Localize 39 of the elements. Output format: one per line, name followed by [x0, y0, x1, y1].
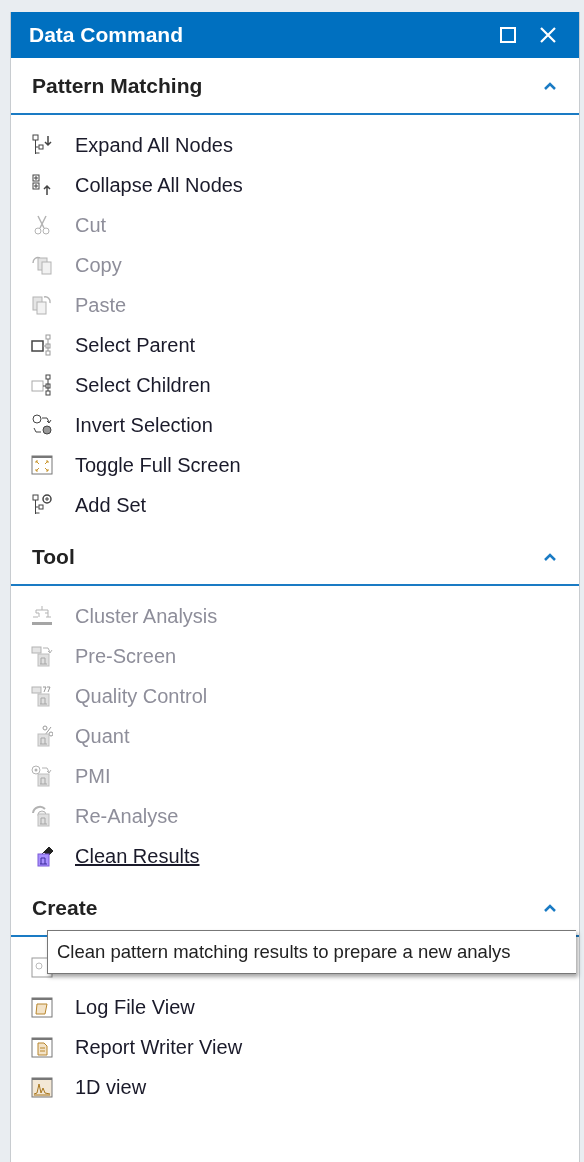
select-children-icon — [31, 374, 53, 396]
collapse-chevron-icon[interactable] — [543, 80, 557, 91]
collapse-chevron-icon[interactable] — [543, 902, 557, 913]
pmi-icon — [31, 765, 53, 787]
select-parent-icon — [31, 334, 53, 356]
menu-item[interactable]: Add Set — [75, 493, 147, 517]
menu-item[interactable]: Report Writer View — [75, 1035, 243, 1059]
menu-item[interactable]: Clean Results — [75, 844, 200, 868]
paste-icon — [31, 294, 53, 316]
copy-icon — [31, 254, 53, 276]
window-title: Data Command — [29, 23, 185, 47]
log-file-icon — [31, 996, 53, 1018]
tree-expand-icon — [31, 134, 53, 156]
add-set-icon — [31, 494, 53, 516]
quality-control-icon — [31, 685, 53, 707]
cluster-tree-icon — [31, 605, 53, 627]
section-header[interactable]: Tool — [11, 529, 579, 586]
scissors-icon — [31, 214, 53, 236]
section-title: Pattern Matching — [32, 73, 204, 98]
menu-item[interactable]: 1D view — [75, 1075, 147, 1099]
section-title: Create — [32, 895, 99, 920]
prescreen-icon — [31, 645, 53, 667]
document-icon — [31, 1036, 53, 1058]
invert-selection-icon — [31, 414, 53, 436]
section-header[interactable]: Pattern Matching — [11, 58, 579, 115]
collapse-chevron-icon[interactable] — [543, 551, 557, 562]
tooltip-text: Clean pattern matching results to prepare a new analys — [57, 941, 511, 963]
menu-item[interactable]: Select Children — [75, 373, 211, 397]
menu-item[interactable]: Invert Selection — [75, 413, 213, 437]
menu-item[interactable]: Log File View — [75, 995, 195, 1019]
menu-item[interactable]: Collapse All Nodes — [75, 173, 243, 197]
section-title: Tool — [32, 544, 76, 569]
menu-item[interactable]: Select Parent — [75, 333, 196, 357]
menu-item[interactable]: Expand All Nodes — [75, 133, 233, 157]
menu-item[interactable]: Toggle Full Screen — [75, 453, 241, 477]
tree-collapse-icon — [31, 174, 53, 196]
spectrum-icon — [31, 1076, 53, 1098]
reanalyse-icon — [31, 805, 53, 827]
fullscreen-icon — [31, 454, 53, 476]
